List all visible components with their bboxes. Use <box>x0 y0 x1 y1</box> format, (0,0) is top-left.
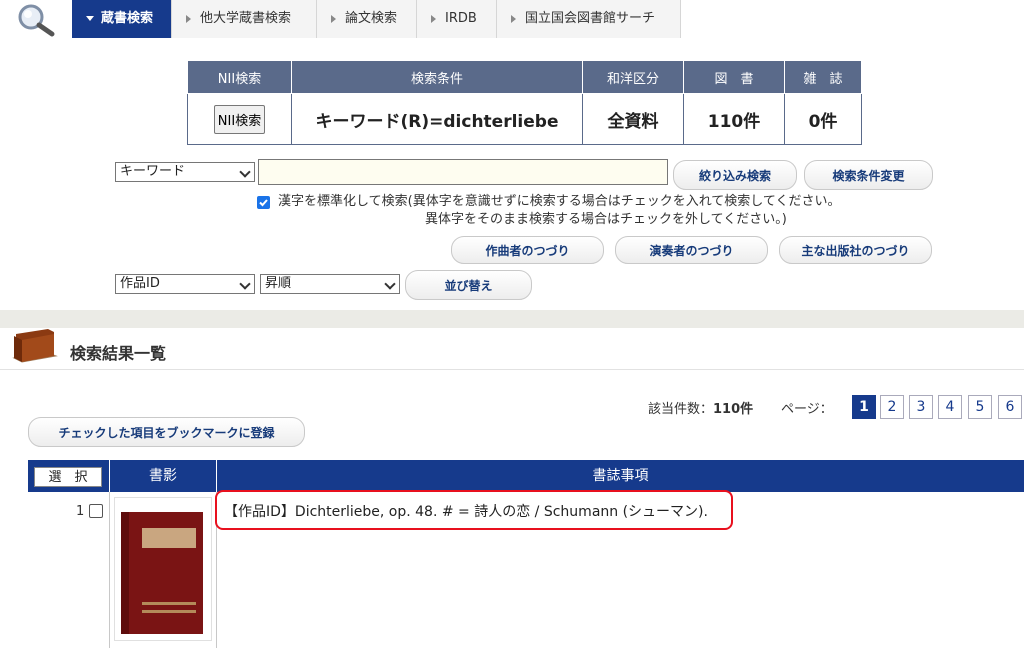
page-label: ページ： <box>781 402 833 417</box>
col-cover: 書影 <box>149 468 177 484</box>
tab-label: 国立国会図書館サーチ <box>525 11 656 26</box>
top-navigation-bar: 蔵書検索 他大学蔵書検索 論文検索 IRDB 国立国会図書館サーチ <box>0 0 1024 38</box>
performer-spelling-button[interactable]: 演奏者のつづり <box>615 236 768 264</box>
page-6[interactable]: 6 <box>998 395 1022 419</box>
sort-field-select[interactable]: 作品ID <box>115 274 255 294</box>
tab-other-university-search[interactable]: 他大学蔵書検索 <box>172 0 317 38</box>
search-magnifier-icon <box>18 4 55 37</box>
col-header-language: 和洋区分 <box>582 60 684 94</box>
col-bibliographic: 書誌事項 <box>592 468 649 484</box>
tab-label: 他大学蔵書検索 <box>200 11 292 26</box>
normalize-kanji-label: 漢字を標準化して検索 <box>278 194 408 209</box>
sort-button[interactable]: 並び替え <box>405 270 532 300</box>
refine-search-button[interactable]: 絞り込み検索 <box>673 160 797 190</box>
book-count: 110件 <box>683 93 785 145</box>
sort-order-value: 昇順 <box>265 276 292 291</box>
page-2[interactable]: 2 <box>880 395 904 419</box>
chevron-down-icon <box>239 166 251 178</box>
row-select-checkbox[interactable] <box>89 504 103 518</box>
normalize-kanji-text: 漢字を標準化して検索(異体字を意識せずに検索する場合はチェックを入れて検索してく… <box>278 193 841 211</box>
bibliographic-link[interactable]: 【作品ID】Dichterliebe, op. 48. # = 詩人の恋 / S… <box>224 501 708 521</box>
search-field-value: キーワード <box>120 164 186 179</box>
search-query: キーワード(R)=dichterliebe <box>291 93 583 145</box>
col-header-nii: NII検索 <box>187 60 292 94</box>
book-cover-image <box>121 512 203 634</box>
nii-cell: NII検索 <box>187 93 292 145</box>
normalize-note-line2: 異体字をそのまま検索する場合はチェックを外してください。) <box>425 212 787 227</box>
page-4[interactable]: 4 <box>938 395 962 419</box>
row-divider <box>109 492 110 648</box>
change-condition-button[interactable]: 検索条件変更 <box>804 160 933 190</box>
nii-search-button[interactable]: NII検索 <box>213 104 266 134</box>
tab-library-search[interactable]: 蔵書検索 <box>72 0 172 38</box>
chevron-down-icon <box>384 278 396 290</box>
tab-article-search[interactable]: 論文検索 <box>317 0 417 38</box>
keyword-input[interactable] <box>258 159 668 185</box>
page-1[interactable]: 1 <box>852 395 876 419</box>
col-header-journals: 雑 誌 <box>784 60 862 94</box>
bookmark-button[interactable]: チェックした項目をブックマークに登録 <box>28 417 305 447</box>
search-condition-table: NII検索 検索条件 和洋区分 図 書 雑 誌 NII検索 キーワード(R)=d… <box>187 60 862 145</box>
search-field-select[interactable]: キーワード <box>115 162 255 182</box>
col-header-condition: 検索条件 <box>291 60 583 94</box>
composer-spelling-button[interactable]: 作曲者のつづり <box>451 236 604 264</box>
result-count: 該当件数：110件 <box>648 398 753 417</box>
chevron-right-icon <box>511 14 516 23</box>
row-number: 1 <box>76 504 85 519</box>
chevron-right-icon <box>186 14 191 23</box>
tab-label: IRDB <box>445 11 477 26</box>
book-cover-frame <box>114 497 212 641</box>
chevron-down-icon <box>86 16 94 21</box>
language-value: 全資料 <box>582 93 684 145</box>
tab-label: 蔵書検索 <box>101 11 154 26</box>
chevron-right-icon <box>431 14 436 23</box>
sort-order-select[interactable]: 昇順 <box>260 274 400 294</box>
book-icon <box>12 329 58 363</box>
result-count-label: 該当件数： <box>648 402 714 417</box>
result-count-value: 110件 <box>713 402 754 417</box>
select-all-button[interactable]: 選 択 <box>34 467 102 487</box>
publisher-spelling-button[interactable]: 主な出版社のつづり <box>779 236 932 264</box>
sort-field-value: 作品ID <box>120 276 160 291</box>
col-header-books: 図 書 <box>683 60 785 94</box>
page-3[interactable]: 3 <box>909 395 933 419</box>
normalize-note-line1: (異体字を意識せずに検索する場合はチェックを入れて検索してください。 <box>407 194 841 209</box>
page-5[interactable]: 5 <box>968 395 992 419</box>
tab-ndl-search[interactable]: 国立国会図書館サーチ <box>497 0 681 38</box>
chevron-down-icon <box>239 278 251 290</box>
tab-irdb[interactable]: IRDB <box>417 0 497 38</box>
title-divider <box>0 369 1024 370</box>
chevron-right-icon <box>331 14 336 23</box>
normalize-kanji-checkbox[interactable] <box>257 196 270 209</box>
journal-count: 0件 <box>784 93 862 145</box>
result-title: 検索結果一覧 <box>70 344 167 363</box>
check-icon <box>259 199 268 207</box>
tab-label: 論文検索 <box>345 11 398 26</box>
